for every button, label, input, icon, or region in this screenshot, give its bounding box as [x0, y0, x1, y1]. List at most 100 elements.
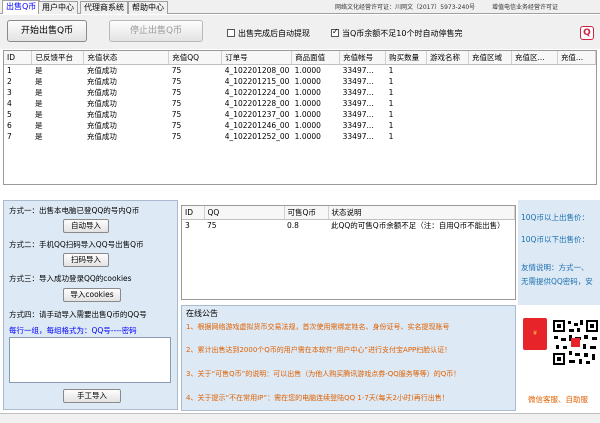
auto-stop-checkbox[interactable]: 当Q币余额不足10个时自动停售完 [331, 27, 462, 39]
tab-agent-system[interactable]: 代理商系统 [80, 1, 128, 14]
table-cell [469, 87, 512, 98]
column-header[interactable]: 充值状态 [83, 51, 170, 65]
table-cell [557, 87, 595, 98]
start-sell-button[interactable]: 开始出售Q币 [7, 20, 87, 42]
column-header[interactable]: 状态说明 [328, 206, 515, 220]
column-header[interactable]: 充值区... [511, 51, 558, 65]
table-cell: 75 [171, 109, 182, 119]
table-cell: 1.0000 [294, 87, 321, 97]
table-cell [511, 109, 557, 120]
method4-label: 方式四：请手动导入需要出售Q币的QQ号 [9, 310, 147, 319]
table-cell: 1 [388, 120, 394, 130]
table-cell [511, 87, 557, 98]
column-header[interactable]: 购买数量 [385, 51, 428, 65]
table-row[interactable]: 7 是 充值成功 75 4_102201252_00 1.0000 33497... 1 [4, 131, 596, 142]
table-cell: 3 [7, 87, 12, 97]
table-cell: 是 [34, 98, 43, 108]
auto-withdraw-checkbox[interactable]: 出售完成后自动提现 [227, 28, 310, 39]
column-header[interactable]: 充值区域 [468, 51, 512, 65]
tab-help-center[interactable]: 帮助中心 [128, 1, 168, 14]
table-row[interactable]: 2 是 充值成功 75 4_102201215_00 1.0000 33497... 1 [4, 76, 596, 87]
column-header[interactable]: 已反馈平台 [31, 51, 85, 65]
table-cell: 33497... [342, 120, 374, 130]
status-bar [0, 413, 600, 423]
table-cell: 此QQ的可售Q币余额不足（注：自用Q币不能出售） [331, 220, 505, 230]
table-cell: 1.0000 [294, 76, 321, 86]
price-above-10: 10Q币以上出售价： [521, 213, 589, 222]
notice-line: 3、关于“可售Q币”的说明：可以出售（为他人购买腾讯游戏点券-QQ服务等等）的Q… [186, 370, 461, 378]
table-cell: 1.0000 [294, 131, 321, 141]
table-cell: 33497... [342, 87, 374, 97]
orders-table-header: ID 已反馈平台 充值状态 充值QQ 订单号 商品面值 充值帐号 购买数量 游戏… [4, 51, 596, 65]
price-below-10: 10Q币以下出售价： [521, 235, 589, 244]
table-cell: 1 [7, 65, 12, 75]
column-header[interactable]: 充值... [557, 51, 596, 65]
table-cell: 6 [7, 120, 12, 130]
table-cell [557, 120, 595, 131]
table-cell: 充值成功 [86, 109, 117, 119]
column-header[interactable]: ID [182, 206, 205, 220]
table-cell: 1 [388, 109, 394, 119]
table-cell: 是 [34, 76, 43, 86]
table-cell: 1.0000 [294, 98, 321, 108]
table-cell: 充值成功 [86, 76, 117, 86]
table-cell: 33497... [342, 98, 374, 108]
table-cell: 充值成功 [86, 120, 117, 130]
table-cell: 1.0000 [294, 65, 321, 75]
table-row[interactable]: 3 是 充值成功 75 4_102201224_00 1.0000 33497... 1 [4, 87, 596, 98]
table-cell: 4_102201208_00 [224, 65, 290, 75]
table-cell: 33497... [342, 76, 374, 86]
table-cell: 4_102201228_00 [224, 98, 290, 108]
column-header[interactable]: 商品面值 [291, 51, 341, 65]
tab-sell-qcoin[interactable]: 出售Q币 [2, 0, 41, 14]
wechat-support-text[interactable]: 微信客服、自助服 [528, 394, 588, 405]
table-row[interactable]: 6 是 充值成功 75 4_102201246_00 1.0000 33497... 1 [4, 120, 596, 131]
table-cell: 是 [34, 131, 43, 141]
account-import-textarea[interactable] [9, 337, 171, 383]
checkbox-box-checked[interactable] [331, 27, 339, 37]
red-envelope-icon[interactable]: ¥ [523, 318, 547, 350]
column-header[interactable]: ID [4, 51, 33, 65]
table-cell: 4_102201237_00 [224, 109, 290, 119]
auto-import-button[interactable]: 自动导入 [63, 219, 109, 233]
column-header[interactable]: QQ [204, 206, 285, 220]
qq-help-icon[interactable]: Q [580, 26, 594, 40]
method3-label: 方式三：导入成功登录QQ的cookies [9, 274, 132, 283]
table-cell: 1 [388, 76, 394, 86]
column-header[interactable]: 订单号 [221, 51, 293, 65]
auto-withdraw-label: 出售完成后自动提现 [238, 29, 310, 38]
table-row[interactable]: 3 75 0.8 此QQ的可售Q币余额不足（注：自用Q币不能出售） [182, 219, 514, 231]
method1-label: 方式一：出售本电脑已登QQ的号内Q币 [9, 206, 140, 215]
notice-line: 1、根据网络游戏虚拟货币交易法规，首次使用需绑定姓名、身份证号、实名提现账号 [186, 323, 450, 331]
import-methods-panel: 方式一：出售本电脑已登QQ的号内Q币 自动导入 方式二：手机QQ扫码导入QQ号出… [3, 200, 178, 410]
stop-sell-button[interactable]: 停止出售Q币 [109, 20, 203, 42]
table-cell: 33497... [342, 65, 374, 75]
column-header[interactable]: 可售Q币 [284, 206, 329, 220]
tab-user-center[interactable]: 用户中心 [38, 1, 78, 14]
table-row[interactable]: 1 是 充值成功 75 4_102201208_00 1.0000 33497... 1 [4, 64, 596, 76]
table-cell [427, 131, 469, 142]
table-cell [557, 109, 595, 120]
format-hint: 每行一组，每组格式为：QQ号----密码 [9, 326, 137, 335]
table-cell [511, 120, 557, 131]
table-cell: 75 [171, 120, 182, 130]
table-cell: 75 [207, 220, 217, 230]
table-row[interactable]: 4 是 充值成功 75 4_102201228_00 1.0000 33497... 1 [4, 98, 596, 109]
table-cell [557, 98, 595, 109]
table-cell [427, 76, 469, 87]
table-cell: 75 [171, 76, 182, 86]
import-cookies-button[interactable]: 导入cookies [63, 288, 121, 302]
table-cell: 充值成功 [86, 87, 117, 97]
column-header[interactable]: 游戏名称 [426, 51, 470, 65]
column-header[interactable]: 充值QQ [168, 51, 223, 65]
column-header[interactable]: 充值帐号 [339, 51, 387, 65]
table-row[interactable]: 5 是 充值成功 75 4_102201237_00 1.0000 33497... 1 [4, 109, 596, 120]
table-cell: 是 [34, 65, 43, 75]
table-cell: 1.0000 [294, 109, 321, 119]
table-cell: 3 [185, 220, 190, 230]
table-cell: 1 [388, 65, 394, 75]
checkbox-box[interactable] [227, 29, 235, 37]
table-cell: 5 [7, 109, 12, 119]
manual-import-button[interactable]: 手工导入 [63, 389, 121, 403]
scan-import-button[interactable]: 扫码导入 [63, 253, 109, 267]
